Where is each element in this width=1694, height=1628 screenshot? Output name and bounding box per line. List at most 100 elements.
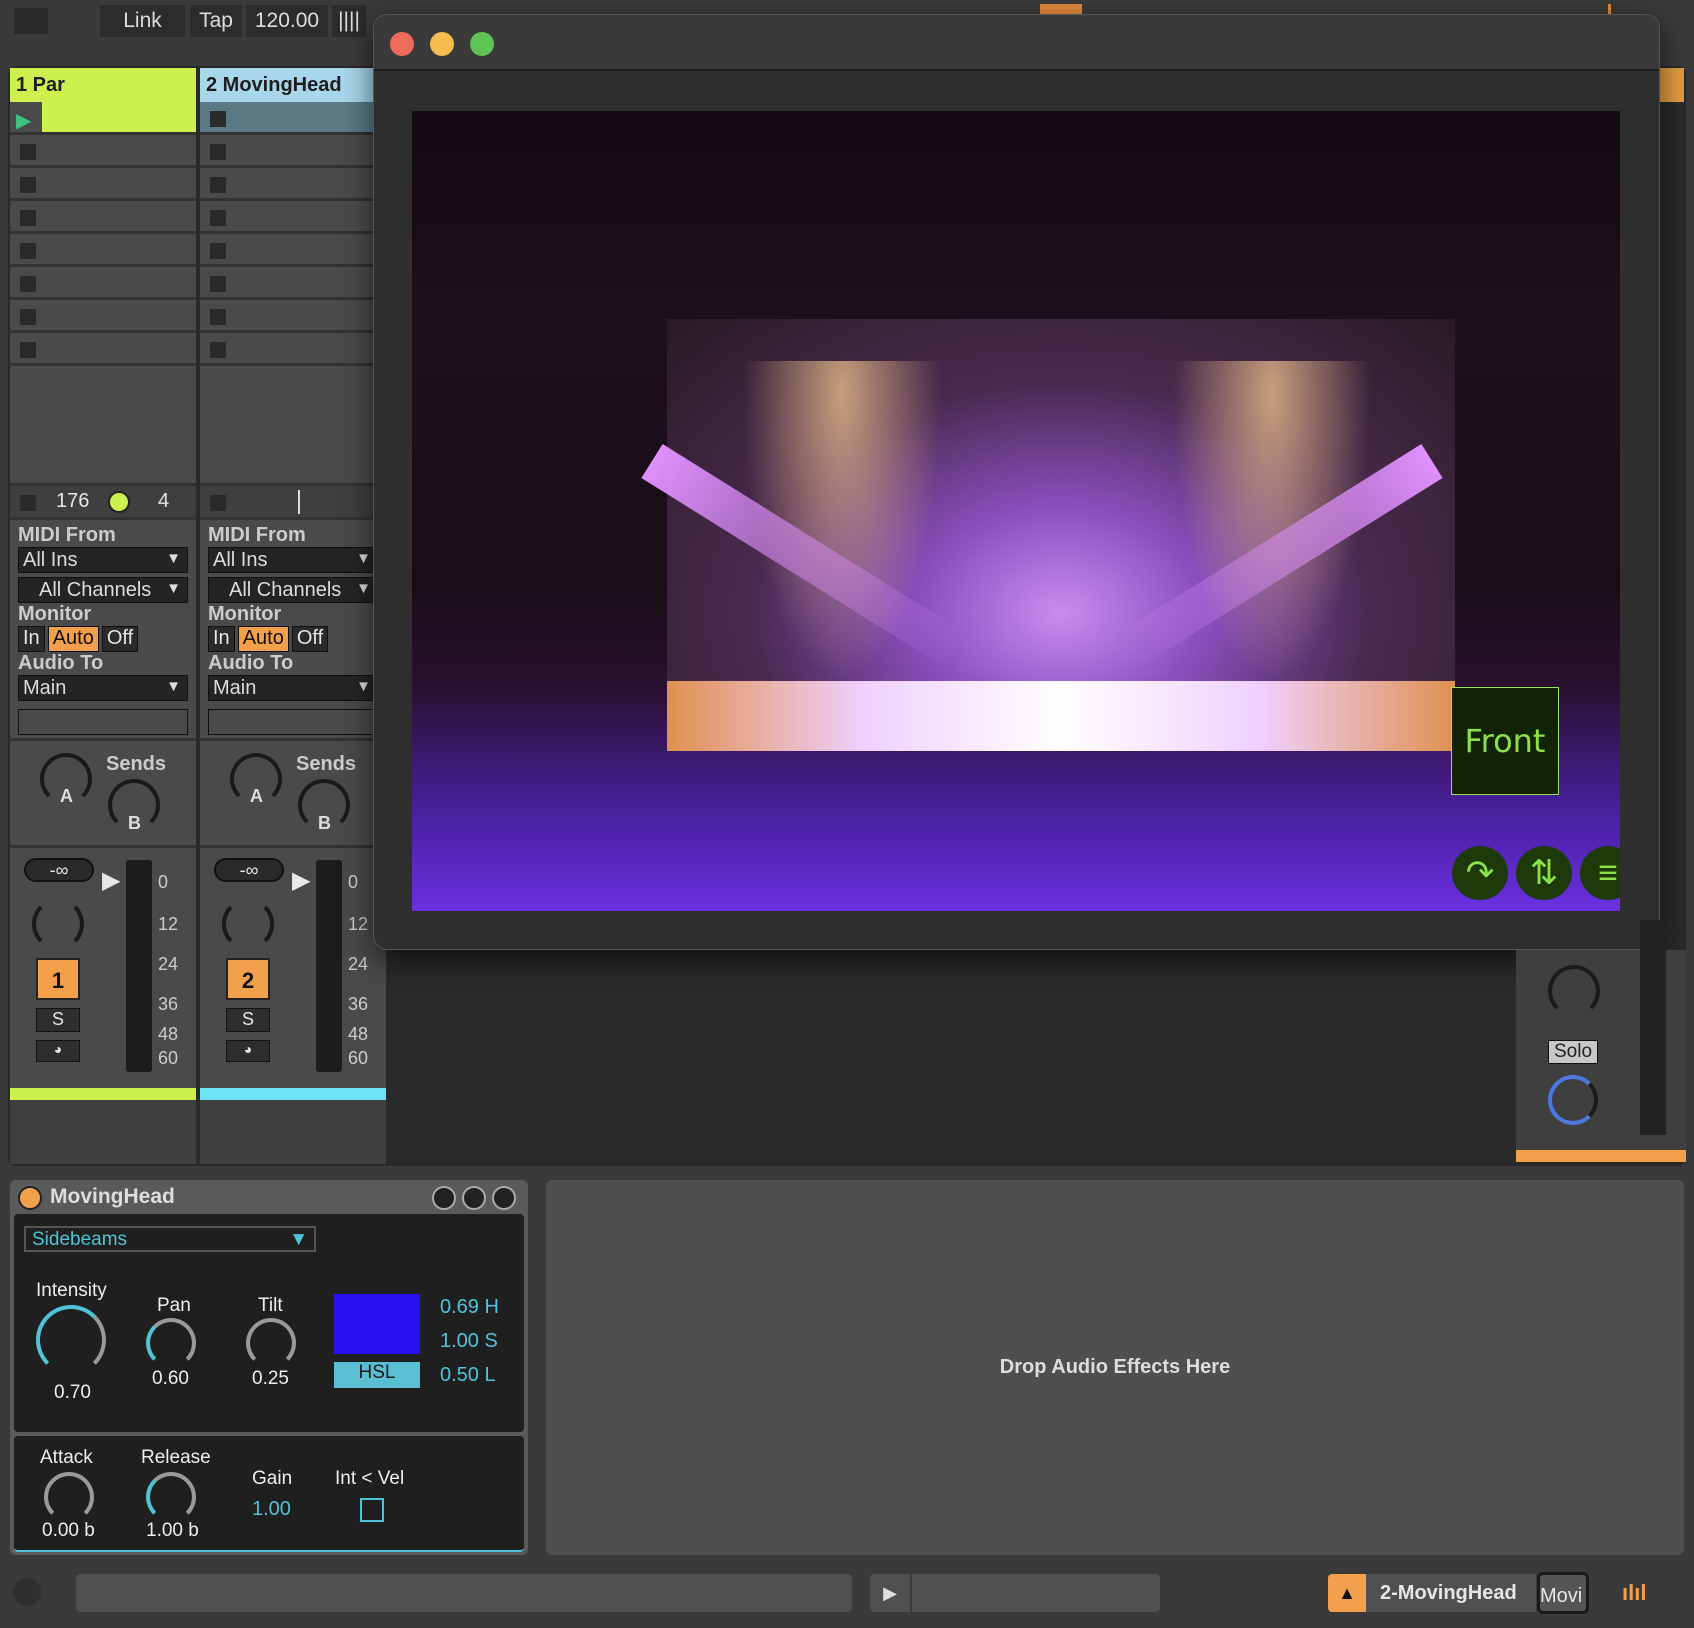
clip-progress-icon bbox=[108, 491, 130, 513]
arm-button[interactable]: ◕ bbox=[226, 1040, 270, 1062]
intensity-knob[interactable] bbox=[36, 1305, 106, 1375]
info-icon[interactable] bbox=[13, 1578, 41, 1606]
solo-button[interactable]: S bbox=[226, 1008, 270, 1032]
color-mode-button[interactable]: HSL bbox=[334, 1362, 420, 1388]
track-header[interactable]: 2 MovingHead bbox=[200, 68, 386, 102]
volume-meter[interactable] bbox=[316, 860, 342, 1072]
stop-icon bbox=[210, 309, 226, 325]
solo-button[interactable]: S bbox=[36, 1008, 80, 1032]
pan-knob[interactable] bbox=[222, 898, 274, 950]
expand-button[interactable]: ▲ bbox=[1328, 1574, 1366, 1612]
clip-slot[interactable] bbox=[200, 201, 386, 234]
clip-slot[interactable] bbox=[10, 135, 196, 168]
lightness-value[interactable]: 0.50 L bbox=[440, 1364, 496, 1387]
midi-from-dropdown[interactable]: All Ins ▼ bbox=[208, 547, 378, 573]
audio-to-channel-dropdown[interactable] bbox=[18, 709, 188, 735]
track-header[interactable]: 1 Par bbox=[10, 68, 196, 102]
track-status-row bbox=[200, 486, 386, 520]
front-view-label[interactable]: Front bbox=[1451, 687, 1559, 795]
stage-visualizer[interactable]: Front ↷ ⇅ ≡ bbox=[412, 111, 1620, 911]
clip-slot[interactable] bbox=[200, 333, 386, 366]
audio-to-channel-dropdown[interactable] bbox=[208, 709, 378, 735]
dropdown-arrow-icon: ▼ bbox=[166, 678, 181, 695]
track-activator-button[interactable]: 2 bbox=[226, 958, 270, 1000]
clip-slot[interactable] bbox=[200, 267, 386, 300]
intensity-value: 0.70 bbox=[54, 1382, 91, 1403]
stop-all-icon[interactable] bbox=[20, 495, 36, 511]
play-icon: ▶ bbox=[16, 110, 32, 132]
release-knob[interactable] bbox=[146, 1472, 196, 1522]
stop-all-icon[interactable] bbox=[210, 495, 226, 511]
color-swatch[interactable] bbox=[334, 1294, 420, 1354]
refresh-icon[interactable] bbox=[462, 1186, 486, 1210]
preset-dropdown[interactable]: Sidebeams ▼ bbox=[24, 1226, 316, 1252]
map-icon[interactable] bbox=[432, 1186, 456, 1210]
volume-slider-arrow[interactable]: ▶ bbox=[292, 866, 310, 895]
tempo-field[interactable]: 120.00 bbox=[246, 5, 328, 37]
menu-icon[interactable]: ≡ bbox=[1580, 846, 1620, 900]
audio-to-dropdown[interactable]: Main ▼ bbox=[18, 675, 188, 701]
close-button[interactable] bbox=[390, 32, 414, 56]
swap-icon[interactable]: ⇅ bbox=[1516, 846, 1572, 900]
midi-channel-dropdown[interactable]: All Channels ▼ bbox=[18, 577, 188, 603]
monitor-off-button[interactable]: Off bbox=[291, 626, 329, 652]
clip-slot[interactable] bbox=[10, 168, 196, 201]
clip-slot[interactable] bbox=[10, 333, 196, 366]
pan-knob[interactable] bbox=[146, 1318, 196, 1368]
clip-slot[interactable] bbox=[200, 102, 386, 135]
clip-slot[interactable] bbox=[10, 201, 196, 234]
tap-button[interactable]: Tap bbox=[190, 5, 242, 37]
saturation-value[interactable]: 1.00 S bbox=[440, 1330, 498, 1353]
minimize-button[interactable] bbox=[430, 32, 454, 56]
monitor-auto-button[interactable]: Auto bbox=[237, 626, 289, 652]
clip-slot[interactable]: ▶ bbox=[10, 102, 196, 135]
stop-icon bbox=[20, 144, 36, 160]
metronome-icon[interactable]: |||| bbox=[332, 5, 366, 37]
mixer-view-icon[interactable]: ılıl bbox=[1622, 1580, 1646, 1606]
playing-clip[interactable] bbox=[42, 102, 196, 132]
attack-knob[interactable] bbox=[44, 1472, 94, 1522]
cue-volume-knob[interactable] bbox=[1548, 1075, 1598, 1125]
volume-field[interactable]: -∞ bbox=[214, 858, 284, 882]
clip-slot[interactable] bbox=[200, 168, 386, 201]
pan-knob[interactable] bbox=[32, 898, 84, 950]
save-icon[interactable] bbox=[492, 1186, 516, 1210]
device-on-toggle[interactable] bbox=[18, 1186, 42, 1210]
master-pan-knob[interactable] bbox=[1548, 965, 1600, 1017]
midi-from-dropdown[interactable]: All Ins ▼ bbox=[18, 547, 188, 573]
panel-toggle-icon[interactable] bbox=[14, 8, 48, 34]
meter-scale-label: 24 bbox=[348, 954, 369, 974]
clip-slot[interactable] bbox=[10, 234, 196, 267]
clip-slot[interactable] bbox=[10, 267, 196, 300]
clip-slot[interactable] bbox=[200, 300, 386, 333]
track-activator-button[interactable]: 1 bbox=[36, 958, 80, 1000]
master-solo-button[interactable]: Solo bbox=[1548, 1040, 1598, 1064]
tilt-knob[interactable] bbox=[246, 1318, 296, 1368]
gain-value[interactable]: 1.00 bbox=[252, 1498, 291, 1521]
hue-value[interactable]: 0.69 H bbox=[440, 1296, 499, 1319]
maximize-button[interactable] bbox=[470, 32, 494, 56]
arm-button[interactable]: ◕ bbox=[36, 1040, 80, 1062]
midi-channel-value: All Channels bbox=[39, 579, 152, 601]
monitor-in-button[interactable]: In bbox=[18, 626, 45, 652]
monitor-in-button[interactable]: In bbox=[208, 626, 235, 652]
link-button[interactable]: Link bbox=[100, 5, 185, 37]
device-thumbnail[interactable]: Movi bbox=[1537, 1572, 1589, 1614]
audio-effects-drop-area[interactable]: Drop Audio Effects Here bbox=[546, 1180, 1684, 1555]
stop-icon bbox=[210, 243, 226, 259]
volume-field[interactable]: -∞ bbox=[24, 858, 94, 882]
play-clip-button[interactable]: ▶ bbox=[870, 1574, 910, 1612]
clip-slot[interactable] bbox=[200, 234, 386, 267]
rotate-icon[interactable]: ↷ bbox=[1452, 846, 1508, 900]
midi-channel-dropdown[interactable]: All Channels ▼ bbox=[208, 577, 378, 603]
volume-meter[interactable] bbox=[126, 860, 152, 1072]
audio-to-dropdown[interactable]: Main ▼ bbox=[208, 675, 378, 701]
clip-slot[interactable] bbox=[10, 300, 196, 333]
clip-slot[interactable] bbox=[200, 135, 386, 168]
volume-slider-arrow[interactable]: ▶ bbox=[102, 866, 120, 895]
int-vel-checkbox[interactable] bbox=[360, 1498, 384, 1522]
monitor-auto-button[interactable]: Auto bbox=[47, 626, 99, 652]
selected-track-name[interactable]: 2-MovingHead bbox=[1366, 1574, 1536, 1612]
window-titlebar[interactable] bbox=[374, 15, 1659, 71]
monitor-off-button[interactable]: Off bbox=[101, 626, 139, 652]
